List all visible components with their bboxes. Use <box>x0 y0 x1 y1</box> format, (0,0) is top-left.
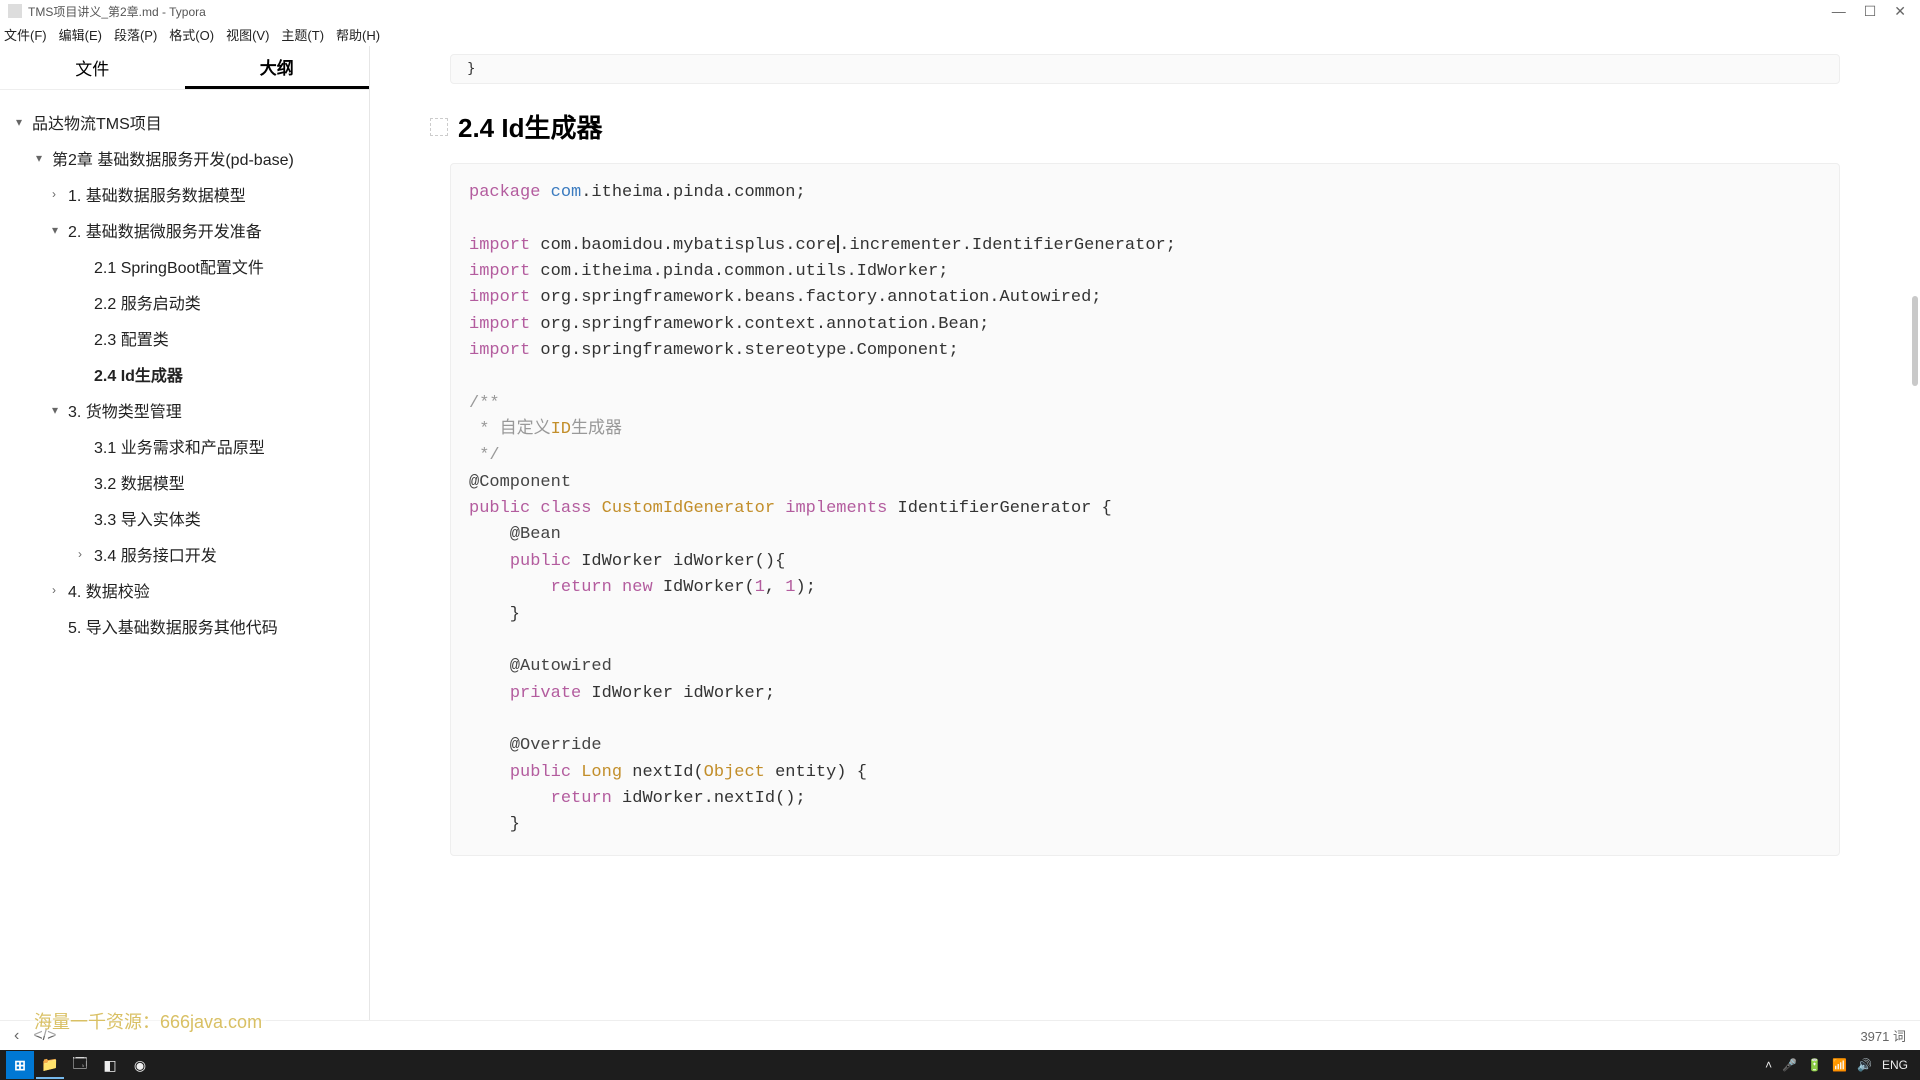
tab-file[interactable]: 文件 <box>0 46 185 89</box>
outline-label: 3. 货物类型管理 <box>68 398 182 422</box>
app-icon <box>8 4 22 18</box>
outline-label: 3.3 导入实体类 <box>94 506 201 530</box>
tree-toggle-icon[interactable]: ▾ <box>16 115 32 129</box>
close-button[interactable]: ✕ <box>1894 4 1906 18</box>
outline-item[interactable]: 2.4 Id生成器 <box>8 356 361 392</box>
outline-tree: ▾品达物流TMS项目▾第2章 基础数据服务开发(pd-base)›1. 基础数据… <box>0 90 369 1020</box>
outline-item[interactable]: ›3.4 服务接口开发 <box>8 536 361 572</box>
nav-back-button[interactable]: ‹ <box>14 1027 19 1045</box>
previous-code-tail: } <box>450 54 1840 84</box>
tray-battery-icon[interactable]: 🔋 <box>1807 1058 1822 1072</box>
menu-format[interactable]: 格式(O) <box>169 25 214 44</box>
outline-label: 2.3 配置类 <box>94 326 169 350</box>
section-heading: 2.4 Id生成器 <box>458 108 602 145</box>
heading-handle-icon[interactable] <box>430 118 448 136</box>
tree-toggle-icon[interactable]: › <box>52 187 68 201</box>
tree-toggle-icon[interactable]: ▾ <box>52 403 68 417</box>
tray-volume-icon[interactable]: 🔊 <box>1857 1058 1872 1072</box>
menu-edit[interactable]: 编辑(E) <box>59 25 102 44</box>
outline-label: 2.2 服务启动类 <box>94 290 201 314</box>
outline-label: 2. 基础数据微服务开发准备 <box>68 218 262 242</box>
taskbar-app-1[interactable]: 🗔 <box>66 1051 94 1079</box>
sidebar: 文件 大纲 ▾品达物流TMS项目▾第2章 基础数据服务开发(pd-base)›1… <box>0 46 370 1020</box>
taskbar-file-explorer[interactable]: 📁 <box>36 1051 64 1079</box>
minimize-button[interactable]: — <box>1832 4 1846 18</box>
tray-language[interactable]: ENG <box>1882 1058 1908 1072</box>
maximize-button[interactable]: ☐ <box>1864 4 1877 18</box>
title-bar: TMS项目讲义_第2章.md - Typora — ☐ ✕ <box>0 0 1920 22</box>
start-button[interactable]: ⊞ <box>6 1051 34 1079</box>
tree-toggle-icon[interactable]: › <box>52 583 68 597</box>
outline-item[interactable]: ›1. 基础数据服务数据模型 <box>8 176 361 212</box>
outline-label: 2.1 SpringBoot配置文件 <box>94 254 264 278</box>
window-title: TMS项目讲义_第2章.md - Typora <box>28 3 206 20</box>
outline-item[interactable]: 3.1 业务需求和产品原型 <box>8 428 361 464</box>
outline-item[interactable]: 2.3 配置类 <box>8 320 361 356</box>
outline-label: 品达物流TMS项目 <box>32 110 162 134</box>
outline-item[interactable]: ▾品达物流TMS项目 <box>8 104 361 140</box>
outline-item[interactable]: ▾2. 基础数据微服务开发准备 <box>8 212 361 248</box>
tab-outline[interactable]: 大纲 <box>185 46 370 89</box>
outline-item[interactable]: 3.3 导入实体类 <box>8 500 361 536</box>
outline-label: 第2章 基础数据服务开发(pd-base) <box>52 146 294 170</box>
word-count[interactable]: 3971 词 <box>1860 1026 1906 1045</box>
outline-item[interactable]: ▾第2章 基础数据服务开发(pd-base) <box>8 140 361 176</box>
outline-label: 3.2 数据模型 <box>94 470 185 494</box>
tree-toggle-icon[interactable]: › <box>78 547 94 561</box>
taskbar-app-2[interactable]: ◧ <box>96 1051 124 1079</box>
outline-label: 3.1 业务需求和产品原型 <box>94 434 265 458</box>
menu-paragraph[interactable]: 段落(P) <box>114 25 157 44</box>
outline-label: 2.4 Id生成器 <box>94 362 183 386</box>
outline-item[interactable]: 5. 导入基础数据服务其他代码 <box>8 608 361 644</box>
editor-area[interactable]: } 2.4 Id生成器 package com.itheima.pinda.co… <box>370 46 1920 1020</box>
tree-toggle-icon[interactable]: ▾ <box>52 223 68 237</box>
tray-chevron-icon[interactable]: ˄ <box>1765 1058 1772 1072</box>
status-bar: ‹ </> 3971 词 <box>0 1020 1920 1050</box>
menu-help[interactable]: 帮助(H) <box>336 25 380 44</box>
menu-theme[interactable]: 主题(T) <box>281 25 324 44</box>
scrollbar-thumb[interactable] <box>1912 296 1918 386</box>
outline-label: 5. 导入基础数据服务其他代码 <box>68 614 278 638</box>
outline-item[interactable]: 2.1 SpringBoot配置文件 <box>8 248 361 284</box>
menu-view[interactable]: 视图(V) <box>226 25 269 44</box>
menu-file[interactable]: 文件(F) <box>4 25 47 44</box>
menu-bar: 文件(F) 编辑(E) 段落(P) 格式(O) 视图(V) 主题(T) 帮助(H… <box>0 22 1920 46</box>
outline-item[interactable]: ▾3. 货物类型管理 <box>8 392 361 428</box>
outline-item[interactable]: 3.2 数据模型 <box>8 464 361 500</box>
code-block[interactable]: package com.itheima.pinda.common; import… <box>450 163 1840 856</box>
taskbar: ⊞ 📁 🗔 ◧ ◉ ˄ 🎤 🔋 📶 🔊 ENG <box>0 1050 1920 1080</box>
outline-item[interactable]: ›4. 数据校验 <box>8 572 361 608</box>
outline-label: 1. 基础数据服务数据模型 <box>68 182 246 206</box>
outline-label: 4. 数据校验 <box>68 578 150 602</box>
outline-label: 3.4 服务接口开发 <box>94 542 217 566</box>
watermark-text: 海量一千资源：666java.com <box>30 1006 266 1020</box>
taskbar-chrome[interactable]: ◉ <box>126 1051 154 1079</box>
tray-wifi-icon[interactable]: 📶 <box>1832 1058 1847 1072</box>
tray-mic-icon[interactable]: 🎤 <box>1782 1058 1797 1072</box>
outline-item[interactable]: 2.2 服务启动类 <box>8 284 361 320</box>
tree-toggle-icon[interactable]: ▾ <box>36 151 52 165</box>
